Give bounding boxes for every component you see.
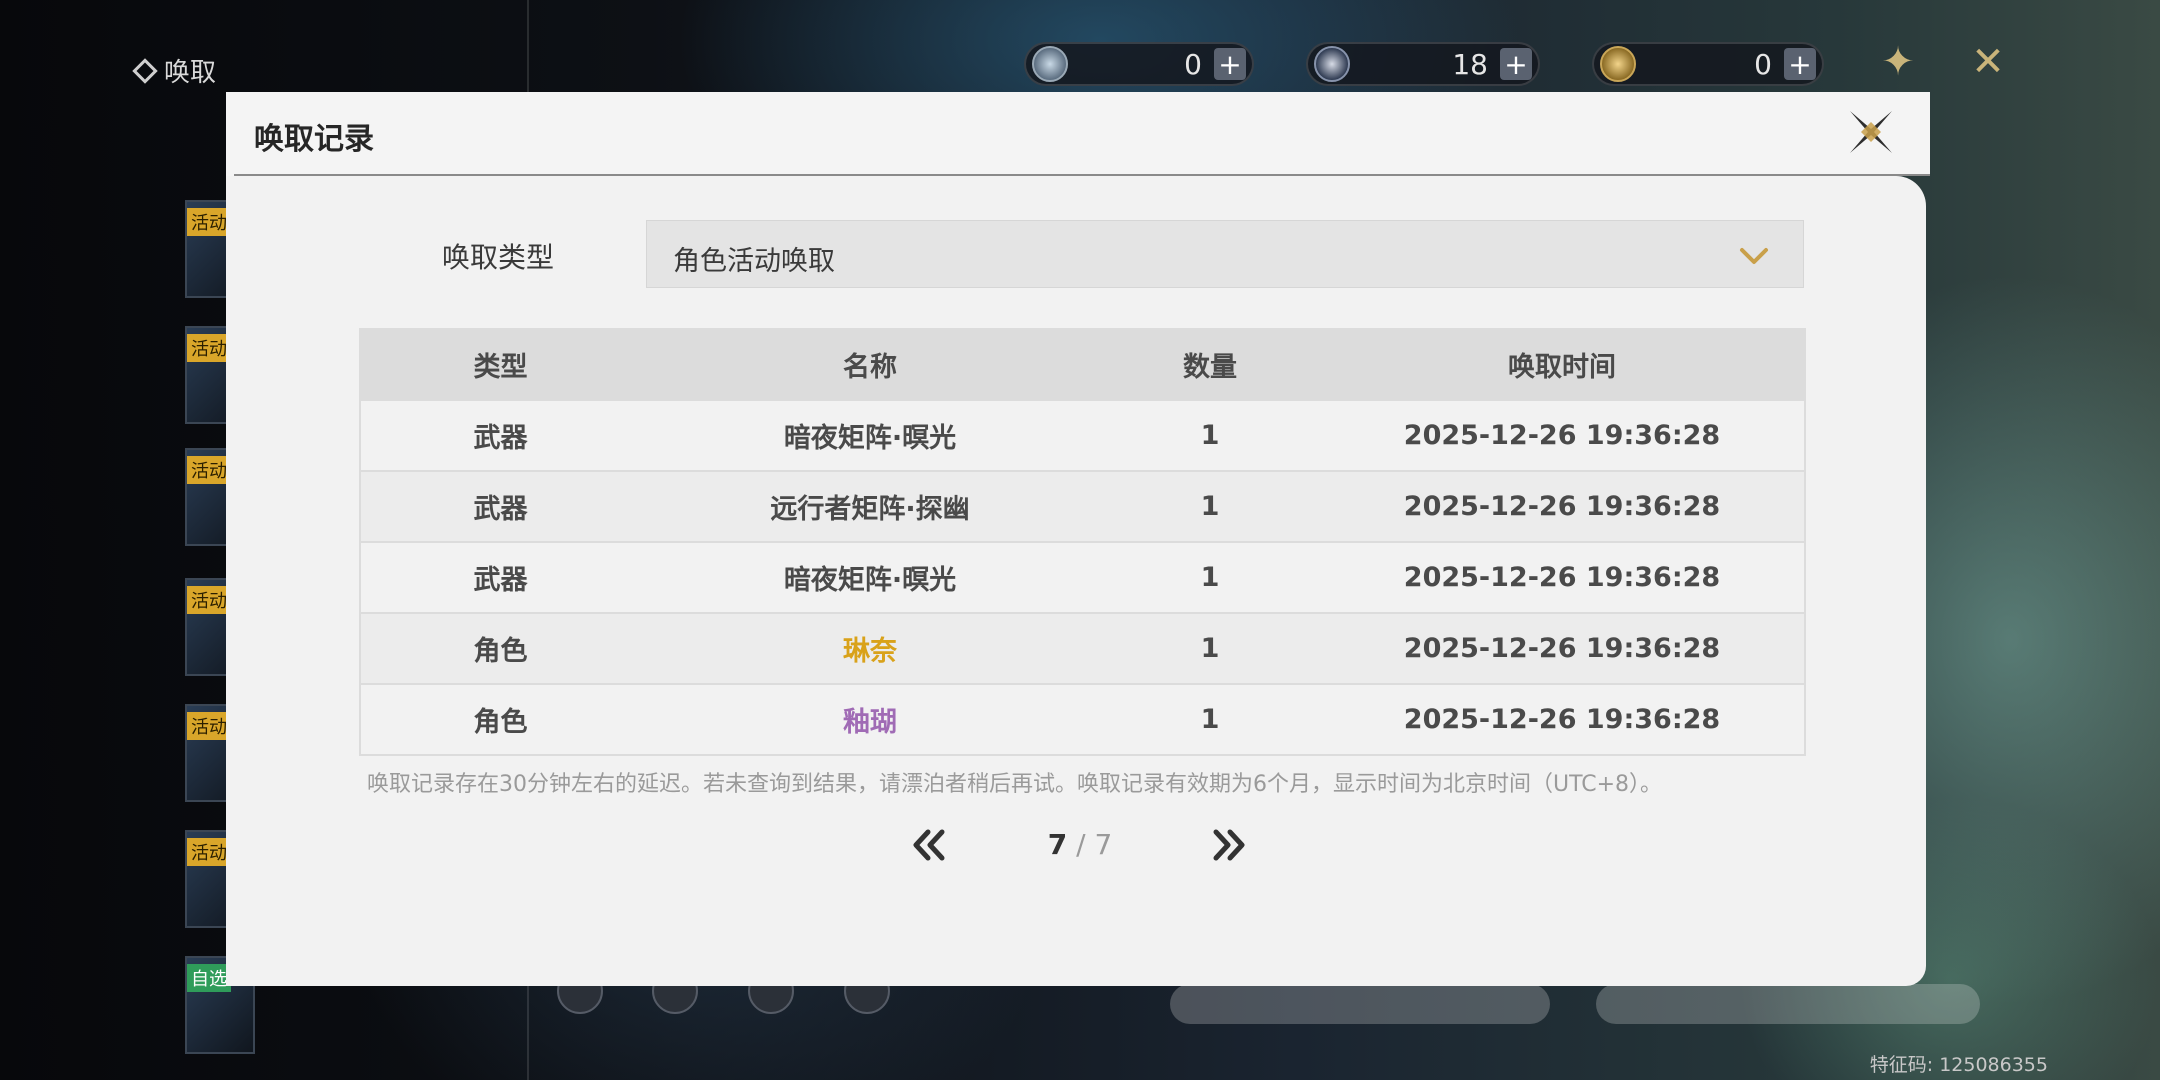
banner-tag: 活动 (187, 456, 231, 484)
cell-qty: 1 (1100, 470, 1320, 542)
shop-icon[interactable]: ✦ (1876, 40, 1920, 84)
banner-tag: 活动 (187, 208, 231, 236)
table-header-row: 类型 名称 数量 唤取时间 (360, 329, 1805, 400)
banner-tag: 自选 (187, 964, 231, 992)
currency-value: 18 (1452, 47, 1488, 81)
convene-type-select[interactable]: 角色活动唤取 (646, 220, 1804, 288)
cell-name-five-star: 琳奈 (640, 612, 1100, 684)
column-header: 数量 (1100, 329, 1320, 400)
cell-name-four-star: 釉瑚 (640, 683, 1100, 755)
table-row: 武器 暗夜矩阵·暝光 1 2025-12-26 19:36:28 (360, 541, 1805, 613)
modal-header (226, 92, 1930, 176)
currency-value: 0 (1754, 47, 1772, 81)
select-value: 角色活动唤取 (673, 246, 835, 277)
cell-time: 2025-12-26 19:36:28 (1320, 399, 1805, 471)
convene-ten-button[interactable] (1596, 984, 1980, 1024)
filter-label: 唤取类型 (442, 241, 555, 274)
lunite-icon (1032, 46, 1068, 82)
add-currency-button[interactable]: + (1214, 48, 1246, 81)
banner-tag: 活动 (187, 334, 231, 362)
column-header: 名称 (640, 329, 1100, 400)
cell-qty: 1 (1100, 683, 1320, 755)
table-row: 武器 暗夜矩阵·暝光 1 2025-12-26 19:36:28 (360, 399, 1805, 471)
cell-type: 武器 (360, 541, 640, 613)
add-currency-button[interactable]: + (1784, 48, 1816, 81)
banner-tag: 活动 (187, 586, 231, 614)
column-header: 类型 (360, 329, 640, 400)
banner-tag: 活动 (187, 712, 231, 740)
table-row: 角色 釉瑚 1 2025-12-26 19:36:28 (360, 683, 1805, 755)
cell-type: 角色 (360, 612, 640, 684)
cell-time: 2025-12-26 19:36:28 (1320, 612, 1805, 684)
close-icon[interactable] (1846, 107, 1896, 157)
cell-type: 武器 (360, 470, 640, 542)
delay-note: 唤取记录存在30分钟左右的延迟。若未查询到结果，请漂泊者稍后再试。唤取记录有效期… (367, 772, 1663, 797)
cell-name: 暗夜矩阵·暝光 (640, 399, 1100, 471)
section-title: 唤取 (164, 58, 217, 88)
current-page: 7 (1047, 828, 1068, 861)
currency-astrite-coin: 0 + (1592, 42, 1824, 86)
close-screen-icon[interactable]: ✕ (1966, 40, 2010, 84)
modal-title: 唤取记录 (254, 122, 374, 157)
cell-name: 暗夜矩阵·暝光 (640, 541, 1100, 613)
column-header: 唤取时间 (1320, 329, 1805, 400)
uid-label: 特征码: 125086355 (1869, 1054, 2048, 1076)
banner-tag: 活动 (187, 838, 231, 866)
cell-type: 角色 (360, 683, 640, 755)
currency-lunite: 0 + (1024, 42, 1254, 86)
chevron-down-icon (1740, 248, 1768, 264)
cell-time: 2025-12-26 19:36:28 (1320, 541, 1805, 613)
table-row: 武器 远行者矩阵·探幽 1 2025-12-26 19:36:28 (360, 470, 1805, 542)
currency-star-tide: 18 + (1306, 42, 1540, 86)
astrite-coin-icon (1600, 46, 1636, 82)
table-row: 角色 琳奈 1 2025-12-26 19:36:28 (360, 612, 1805, 684)
cell-time: 2025-12-26 19:36:28 (1320, 470, 1805, 542)
cell-qty: 1 (1100, 612, 1320, 684)
cell-name: 远行者矩阵·探幽 (640, 470, 1100, 542)
convene-icon (132, 57, 158, 84)
page-indicator: 7 / 7 (1020, 828, 1140, 861)
next-page-icon[interactable] (1206, 822, 1252, 868)
cell-type: 武器 (360, 399, 640, 471)
total-pages: 7 (1094, 828, 1113, 861)
records-table: 类型 名称 数量 唤取时间 武器 暗夜矩阵·暝光 1 2025-12-26 19… (359, 328, 1806, 756)
convene-once-button[interactable] (1170, 984, 1550, 1024)
section-header: 唤取 (132, 52, 217, 89)
cell-qty: 1 (1100, 399, 1320, 471)
cell-time: 2025-12-26 19:36:28 (1320, 683, 1805, 755)
star-tide-icon (1314, 46, 1350, 82)
add-currency-button[interactable]: + (1500, 48, 1532, 81)
currency-value: 0 (1184, 47, 1202, 81)
previous-page-icon[interactable] (906, 822, 952, 868)
cell-qty: 1 (1100, 541, 1320, 613)
page-separator: / (1067, 828, 1095, 861)
